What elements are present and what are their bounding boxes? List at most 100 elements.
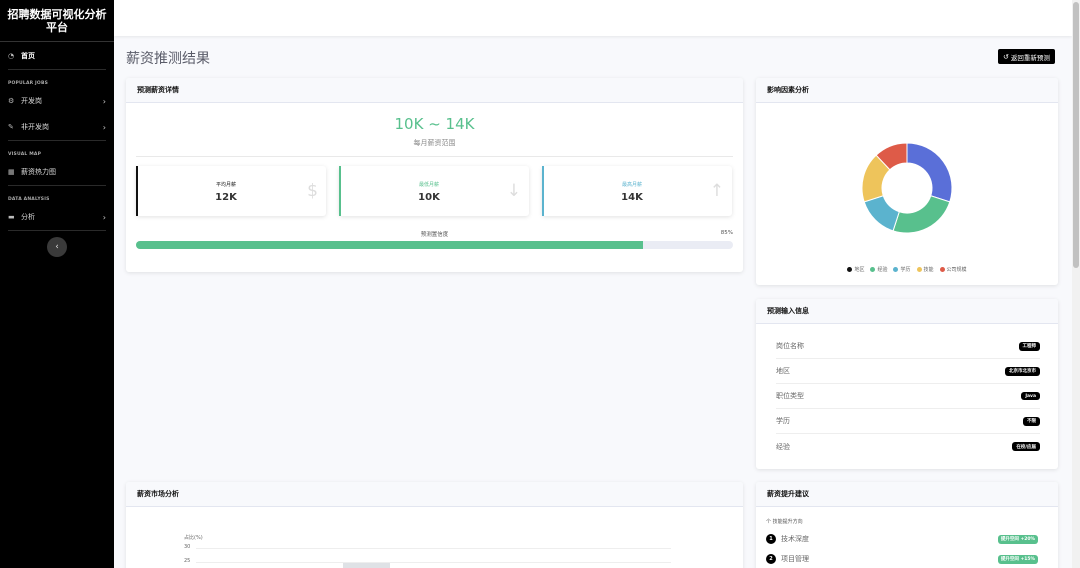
info-row-region: 地区 北京市北京市 [776,359,1040,384]
legend-label: 技能 [923,267,934,273]
advice-badge: 提升空间 +20% [997,534,1038,544]
wrench-icon: ✎ [8,123,14,131]
arrow-up-icon: ↑ [709,181,724,201]
redo-prediction-button[interactable]: ↺ 返回重新预测 [998,49,1055,64]
legend-item[interactable]: 经验 [870,266,887,273]
legend-item[interactable]: 公司规模 [939,266,967,273]
chevron-right-icon: › [102,212,106,222]
legend-dot [847,267,853,272]
stat-value: 14K [621,192,643,203]
arrow-down-icon: ↓ [506,181,521,201]
sidebar-item-label: 首页 [21,52,35,60]
confidence-progress-fill [136,241,644,249]
salary-range-caption: 每月薪资范围 [413,139,456,147]
sidebar-heading-visual: VISUAL MAP [8,152,42,157]
sidebar-item-heatmap[interactable]: ▦ 薪资热力图 [0,159,114,185]
divider [136,156,733,157]
info-row-job-title: 岗位名称 工程师 [776,334,1040,359]
sidebar-item-nondev-jobs[interactable]: ✎ 非开发岗 › [0,114,114,140]
topbar [114,0,1072,36]
info-label: 地区 [776,367,790,375]
prediction-input-card: 预测输入信息 岗位名称 工程师 地区 北京市北京市 职位类型 Java 学历 不… [756,299,1058,469]
gridline [196,548,671,549]
sidebar-heading-popular: POPULAR JOBS [8,81,49,86]
card-title: 预测薪资详情 [126,78,743,103]
sidebar-heading-analysis: DATA ANALYSIS [8,197,50,202]
dashboard-icon: ◔ [8,52,15,60]
sidebar-item-label: 薪资热力图 [21,168,56,176]
info-row-experience: 经验 在校/应届 [776,434,1040,459]
stat-value: 10K [418,192,440,203]
stat-accent [136,166,138,216]
donut-slice-2[interactable] [863,195,900,232]
sidebar-item-label: 分析 [21,213,35,221]
legend-dot [939,267,945,272]
sidebar-item-dev-jobs[interactable]: ⚙ 开发岗 › [0,88,114,114]
dollar-icon: $ [307,181,318,201]
card-title: 薪资市场分析 [126,482,743,507]
y-tick-label: 30 [184,544,191,550]
redo-button-label: 返回重新预测 [1010,53,1050,62]
stat-label: 平均月薪 [215,182,236,188]
sidebar-item-home[interactable]: ◔ 首页 [0,43,114,69]
card-title: 预测输入信息 [756,299,1058,324]
info-badge: 在校/应届 [1012,442,1040,451]
donut-slice-1[interactable] [892,195,951,234]
chevron-right-icon: › [102,96,106,106]
stat-accent [339,166,341,216]
salary-detail-card: 预测薪资详情 10K ~ 14K 每月薪资范围 平均月薪 12K $ 最低月薪 … [126,78,743,272]
chevron-left-icon: ‹ [55,242,59,252]
legend-label: 经验 [877,267,888,273]
legend-item[interactable]: 学历 [893,266,911,273]
legend-item[interactable]: 地区 [847,266,864,273]
stat-max-salary: 最高月薪 14K ↑ [542,166,732,216]
advice-badge: 提升空间 +15% [997,554,1038,564]
legend-label: 地区 [854,267,865,273]
legend-label: 学历 [900,267,911,273]
card-title: 影响因素分析 [756,78,1058,103]
salary-advice-card: 薪资提升建议 个 技能提升方向 1 技术深度 提升空间 +20% 2 项目管理 … [756,482,1058,568]
advice-number: 1 [766,534,776,544]
advice-subtitle: 个 技能提升方向 [766,519,803,525]
gridline [196,562,671,563]
legend-label: 公司规模 [946,267,967,273]
page-title: 薪资推测结果 [126,51,210,67]
confidence-progress-bar [136,241,733,249]
page-scrollbar[interactable] [1072,0,1080,568]
sidebar-item-label: 开发岗 [21,97,42,105]
chevron-right-icon: › [102,122,106,132]
stat-label: 最高月薪 [621,182,642,188]
salary-range: 10K ~ 14K [394,115,475,133]
factor-analysis-card: 影响因素分析 地区 经验 学历 技能 公司规模 [756,78,1058,285]
legend-item[interactable]: 技能 [916,266,934,273]
donut-slice-0[interactable] [906,142,953,203]
gear-icon: ⚙ [8,97,15,105]
stat-average-salary: 平均月薪 12K $ [136,166,326,216]
info-row-education: 学历 不限 [776,409,1040,434]
card-title: 薪资提升建议 [756,482,1058,507]
legend-dot [870,267,876,272]
factor-donut-chart [861,142,953,234]
sidebar: 招聘数据可视化分析平台 ◔ 首页 POPULAR JOBS ⚙ 开发岗 › ✎ … [0,0,114,568]
advice-label: 技术深度 [781,535,809,543]
stat-label: 最低月薪 [418,182,439,188]
sidebar-toggle-button[interactable]: ‹ [47,237,67,257]
stat-min-salary: 最低月薪 10K ↓ [339,166,529,216]
scrollbar-thumb[interactable] [1073,2,1079,268]
advice-item: 1 技术深度 提升空间 +20% [766,530,1038,548]
bar-chart-icon: ▦ [8,168,15,176]
info-badge: 工程师 [1018,341,1040,351]
info-badge: 北京市北京市 [1005,366,1040,376]
market-analysis-card: 薪资市场分析 占比(%) 30 25 [126,482,743,568]
market-bar [343,563,390,568]
sidebar-item-analysis[interactable]: ▬ 分析 › [0,204,114,230]
info-label: 岗位名称 [776,342,804,350]
y-axis-title: 占比(%) [184,535,203,541]
legend-dot [916,267,922,272]
info-row-job-type: 职位类型 Java [776,384,1040,409]
folder-icon: ▬ [8,213,15,221]
info-label: 学历 [776,417,790,425]
confidence-label: 预测置信度 [420,232,449,238]
stat-value: 12K [215,192,237,203]
undo-icon: ↺ [1003,52,1009,61]
